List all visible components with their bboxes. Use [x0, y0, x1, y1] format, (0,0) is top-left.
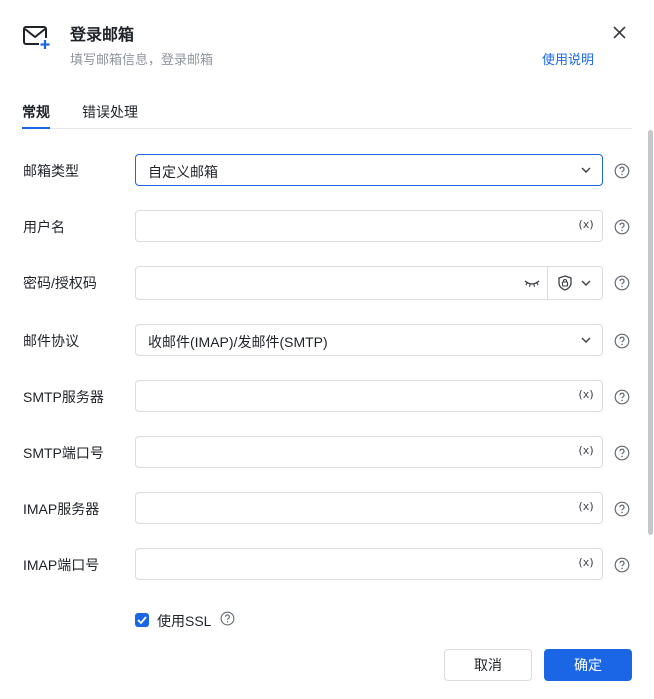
username-input[interactable]: (x) [135, 210, 603, 242]
scrollbar-thumb[interactable] [648, 130, 653, 535]
mailbox-type-value: 自定义邮箱 [148, 164, 218, 180]
password-input[interactable] [135, 266, 603, 300]
username-label: 用户名 [23, 219, 65, 235]
ssl-checkbox[interactable] [135, 613, 149, 627]
imap-server-label: IMAP服务器 [23, 501, 100, 517]
mail-plus-icon [23, 26, 51, 50]
chevron-down-icon[interactable] [580, 277, 592, 289]
tab-general[interactable]: 常规 [22, 102, 50, 129]
tab-bar: 常规 错误处理 [22, 102, 632, 129]
question-icon[interactable] [614, 333, 630, 349]
question-icon[interactable] [220, 611, 235, 626]
ssl-label[interactable]: 使用SSL [157, 611, 211, 631]
mailbox-type-label: 邮箱类型 [23, 163, 79, 179]
question-icon[interactable] [614, 219, 630, 235]
variable-icon[interactable]: (x) [577, 444, 595, 457]
imap-port-label: IMAP端口号 [23, 557, 100, 573]
dialog-subtitle: 填写邮箱信息，登录邮箱 [70, 52, 214, 67]
question-icon[interactable] [614, 275, 630, 291]
eye-closed-icon[interactable] [524, 276, 540, 290]
confirm-button[interactable]: 确定 [544, 649, 632, 681]
variable-icon[interactable]: (x) [577, 556, 595, 569]
question-icon[interactable] [614, 389, 630, 405]
chevron-down-icon [581, 337, 591, 343]
imap-port-input[interactable]: (x) [135, 548, 603, 580]
shield-lock-icon[interactable] [558, 275, 572, 291]
dialog-title: 登录邮箱 [70, 27, 135, 44]
close-icon[interactable] [609, 22, 631, 44]
smtp-server-label: SMTP服务器 [23, 389, 104, 405]
password-label: 密码/授权码 [23, 275, 97, 291]
variable-icon[interactable]: (x) [577, 218, 595, 231]
field-divider [547, 267, 548, 299]
protocol-select[interactable]: 收邮件(IMAP)/发邮件(SMTP) [135, 324, 603, 356]
smtp-port-label: SMTP端口号 [23, 445, 104, 461]
smtp-port-input[interactable]: (x) [135, 436, 603, 468]
cancel-button[interactable]: 取消 [444, 649, 532, 681]
help-link[interactable]: 使用说明 [542, 49, 594, 68]
question-icon[interactable] [614, 163, 630, 179]
protocol-value: 收邮件(IMAP)/发邮件(SMTP) [148, 334, 328, 350]
tab-error-handling[interactable]: 错误处理 [82, 102, 138, 128]
smtp-server-input[interactable]: (x) [135, 380, 603, 412]
checkmark-icon [137, 616, 147, 624]
variable-icon[interactable]: (x) [577, 500, 595, 513]
variable-icon[interactable]: (x) [577, 388, 595, 401]
mailbox-type-select[interactable]: 自定义邮箱 [135, 154, 603, 186]
question-icon[interactable] [614, 557, 630, 573]
question-icon[interactable] [614, 501, 630, 517]
chevron-down-icon [581, 167, 591, 173]
question-icon[interactable] [614, 445, 630, 461]
imap-server-input[interactable]: (x) [135, 492, 603, 524]
protocol-label: 邮件协议 [23, 333, 79, 349]
